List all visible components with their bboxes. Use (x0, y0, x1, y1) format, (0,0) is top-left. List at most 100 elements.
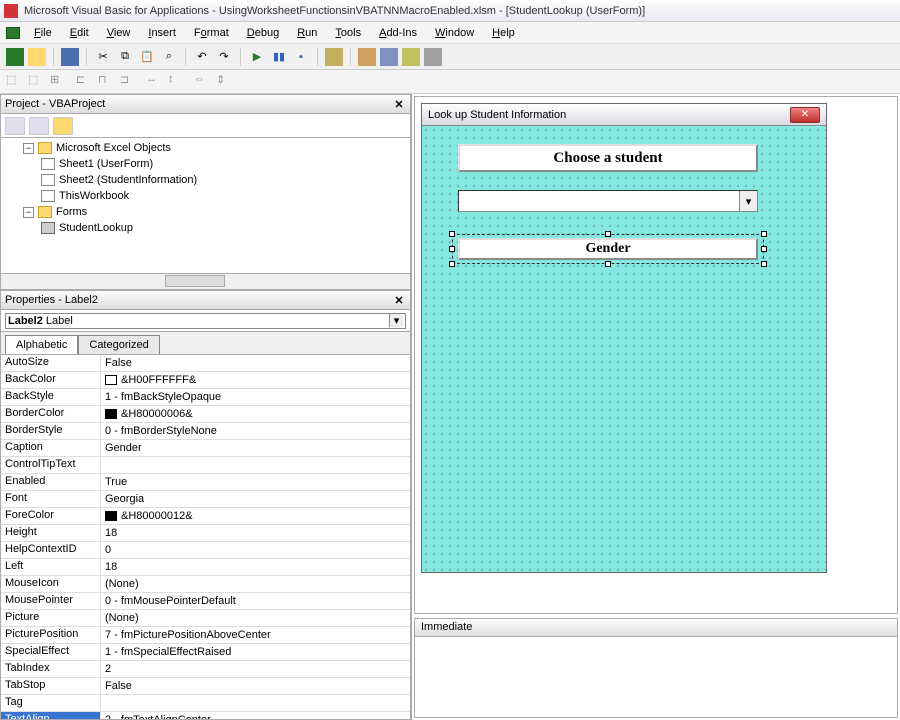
property-row[interactable]: Height18 (1, 525, 410, 542)
label-gender-selection[interactable]: Gender (452, 234, 764, 264)
tree-item-studentlookup[interactable]: StudentLookup (5, 220, 406, 236)
property-row[interactable]: Left18 (1, 559, 410, 576)
label-gender[interactable]: Gender (458, 238, 758, 260)
project-tree[interactable]: − Microsoft Excel Objects Sheet1 (UserFo… (0, 138, 411, 274)
properties-button[interactable] (380, 48, 398, 66)
reset-button[interactable]: ▪ (292, 48, 310, 66)
property-row[interactable]: TabIndex2 (1, 661, 410, 678)
tree-item-sheet1[interactable]: Sheet1 (UserForm) (5, 156, 406, 172)
property-row[interactable]: BorderStyle0 - fmBorderStyleNone (1, 423, 410, 440)
form-designer[interactable]: Look up Student Information ✕ Choose a s… (414, 96, 898, 614)
vspace-icon[interactable]: ⇕ (216, 73, 234, 91)
find-button[interactable]: ⌕ (160, 48, 178, 66)
tab-categorized[interactable]: Categorized (78, 335, 159, 354)
tree-item-thisworkbook[interactable]: ThisWorkbook (5, 188, 406, 204)
save-button[interactable] (61, 48, 79, 66)
property-row[interactable]: AutoSizeFalse (1, 355, 410, 372)
same-width-icon[interactable]: ↔ (146, 73, 164, 91)
object-selector[interactable]: Label2 Label ▾ (0, 310, 411, 332)
property-row[interactable]: ControlTipText (1, 457, 410, 474)
send-back-icon[interactable]: ⬚ (28, 73, 46, 91)
view-excel-button[interactable] (6, 48, 24, 66)
resize-handle[interactable] (761, 231, 767, 237)
menu-edit[interactable]: Edit (62, 25, 97, 41)
collapse-icon[interactable]: − (23, 143, 34, 154)
property-row[interactable]: ForeColor&H80000012& (1, 508, 410, 525)
property-row[interactable]: BorderColor&H80000006& (1, 406, 410, 423)
cut-button[interactable]: ✂ (94, 48, 112, 66)
resize-handle[interactable] (761, 246, 767, 252)
insert-dropdown[interactable] (28, 48, 46, 66)
property-row[interactable]: EnabledTrue (1, 474, 410, 491)
property-row[interactable]: Picture(None) (1, 610, 410, 627)
copy-button[interactable]: ⧉ (116, 48, 134, 66)
tab-alphabetic[interactable]: Alphabetic (5, 335, 78, 354)
userform-window: Look up Student Information ✕ Choose a s… (421, 103, 827, 573)
property-row[interactable]: MousePointer0 - fmMousePointerDefault (1, 593, 410, 610)
project-explorer-button[interactable] (358, 48, 376, 66)
align-left-icon[interactable]: ⊏ (76, 73, 94, 91)
menu-debug[interactable]: Debug (239, 25, 287, 41)
align-center-icon[interactable]: ⊓ (98, 73, 116, 91)
menu-tools[interactable]: Tools (327, 25, 369, 41)
property-row[interactable]: CaptionGender (1, 440, 410, 457)
menu-file[interactable]: File (26, 25, 60, 41)
close-icon[interactable]: ✕ (790, 107, 820, 123)
view-object-button[interactable] (29, 117, 49, 135)
property-row[interactable]: PicturePosition7 - fmPicturePositionAbov… (1, 627, 410, 644)
toolbox-button[interactable] (424, 48, 442, 66)
align-right-icon[interactable]: ⊐ (120, 73, 138, 91)
group-icon[interactable]: ⊞ (50, 73, 68, 91)
form-canvas[interactable]: Choose a student ▾ Gender (422, 126, 826, 572)
menu-window[interactable]: Window (427, 25, 482, 41)
close-icon[interactable]: ✕ (392, 97, 406, 111)
project-explorer: Project - VBAProject ✕ − Microsoft Excel… (0, 94, 411, 290)
userform-titlebar[interactable]: Look up Student Information ✕ (422, 104, 826, 126)
resize-handle[interactable] (605, 231, 611, 237)
same-height-icon[interactable]: ↕ (168, 73, 186, 91)
menu-format[interactable]: Format (186, 25, 237, 41)
chevron-down-icon[interactable]: ▾ (739, 191, 757, 211)
properties-grid[interactable]: AutoSizeFalseBackColor&H00FFFFFF&BackSty… (0, 354, 411, 720)
tree-folder-excel-objects[interactable]: − Microsoft Excel Objects (5, 140, 406, 156)
resize-handle[interactable] (449, 246, 455, 252)
view-code-button[interactable] (5, 117, 25, 135)
property-row[interactable]: SpecialEffect1 - fmSpecialEffectRaised (1, 644, 410, 661)
toggle-folders-button[interactable] (53, 117, 73, 135)
menu-run[interactable]: Run (289, 25, 325, 41)
menu-help[interactable]: Help (484, 25, 523, 41)
immediate-input[interactable] (415, 637, 897, 717)
bring-front-icon[interactable]: ⬚ (6, 73, 24, 91)
property-row[interactable]: BackStyle1 - fmBackStyleOpaque (1, 389, 410, 406)
label-choose-student[interactable]: Choose a student (458, 144, 758, 172)
resize-handle[interactable] (761, 261, 767, 267)
property-row[interactable]: TextAlign2 - fmTextAlignCenter (1, 712, 410, 720)
object-browser-button[interactable] (402, 48, 420, 66)
property-row[interactable]: TabStopFalse (1, 678, 410, 695)
property-row[interactable]: BackColor&H00FFFFFF& (1, 372, 410, 389)
tree-folder-forms[interactable]: − Forms (5, 204, 406, 220)
paste-button[interactable]: 📋 (138, 48, 156, 66)
property-row[interactable]: MouseIcon(None) (1, 576, 410, 593)
redo-button[interactable]: ↷ (215, 48, 233, 66)
resize-handle[interactable] (605, 261, 611, 267)
horizontal-scrollbar[interactable] (0, 274, 411, 290)
collapse-icon[interactable]: − (23, 207, 34, 218)
run-button[interactable]: ▶ (248, 48, 266, 66)
property-row[interactable]: Tag (1, 695, 410, 712)
property-row[interactable]: HelpContextID0 (1, 542, 410, 559)
tree-item-sheet2[interactable]: Sheet2 (StudentInformation) (5, 172, 406, 188)
menu-addins[interactable]: Add-Ins (371, 25, 425, 41)
close-icon[interactable]: ✕ (392, 293, 406, 307)
chevron-down-icon[interactable]: ▾ (389, 314, 403, 327)
resize-handle[interactable] (449, 261, 455, 267)
student-combobox[interactable]: ▾ (458, 190, 758, 212)
resize-handle[interactable] (449, 231, 455, 237)
break-button[interactable]: ▮▮ (270, 48, 288, 66)
design-mode-button[interactable] (325, 48, 343, 66)
menu-view[interactable]: View (99, 25, 139, 41)
undo-button[interactable]: ↶ (193, 48, 211, 66)
property-row[interactable]: FontGeorgia (1, 491, 410, 508)
menu-insert[interactable]: Insert (140, 25, 184, 41)
hspace-icon[interactable]: ⇔ (194, 73, 212, 91)
